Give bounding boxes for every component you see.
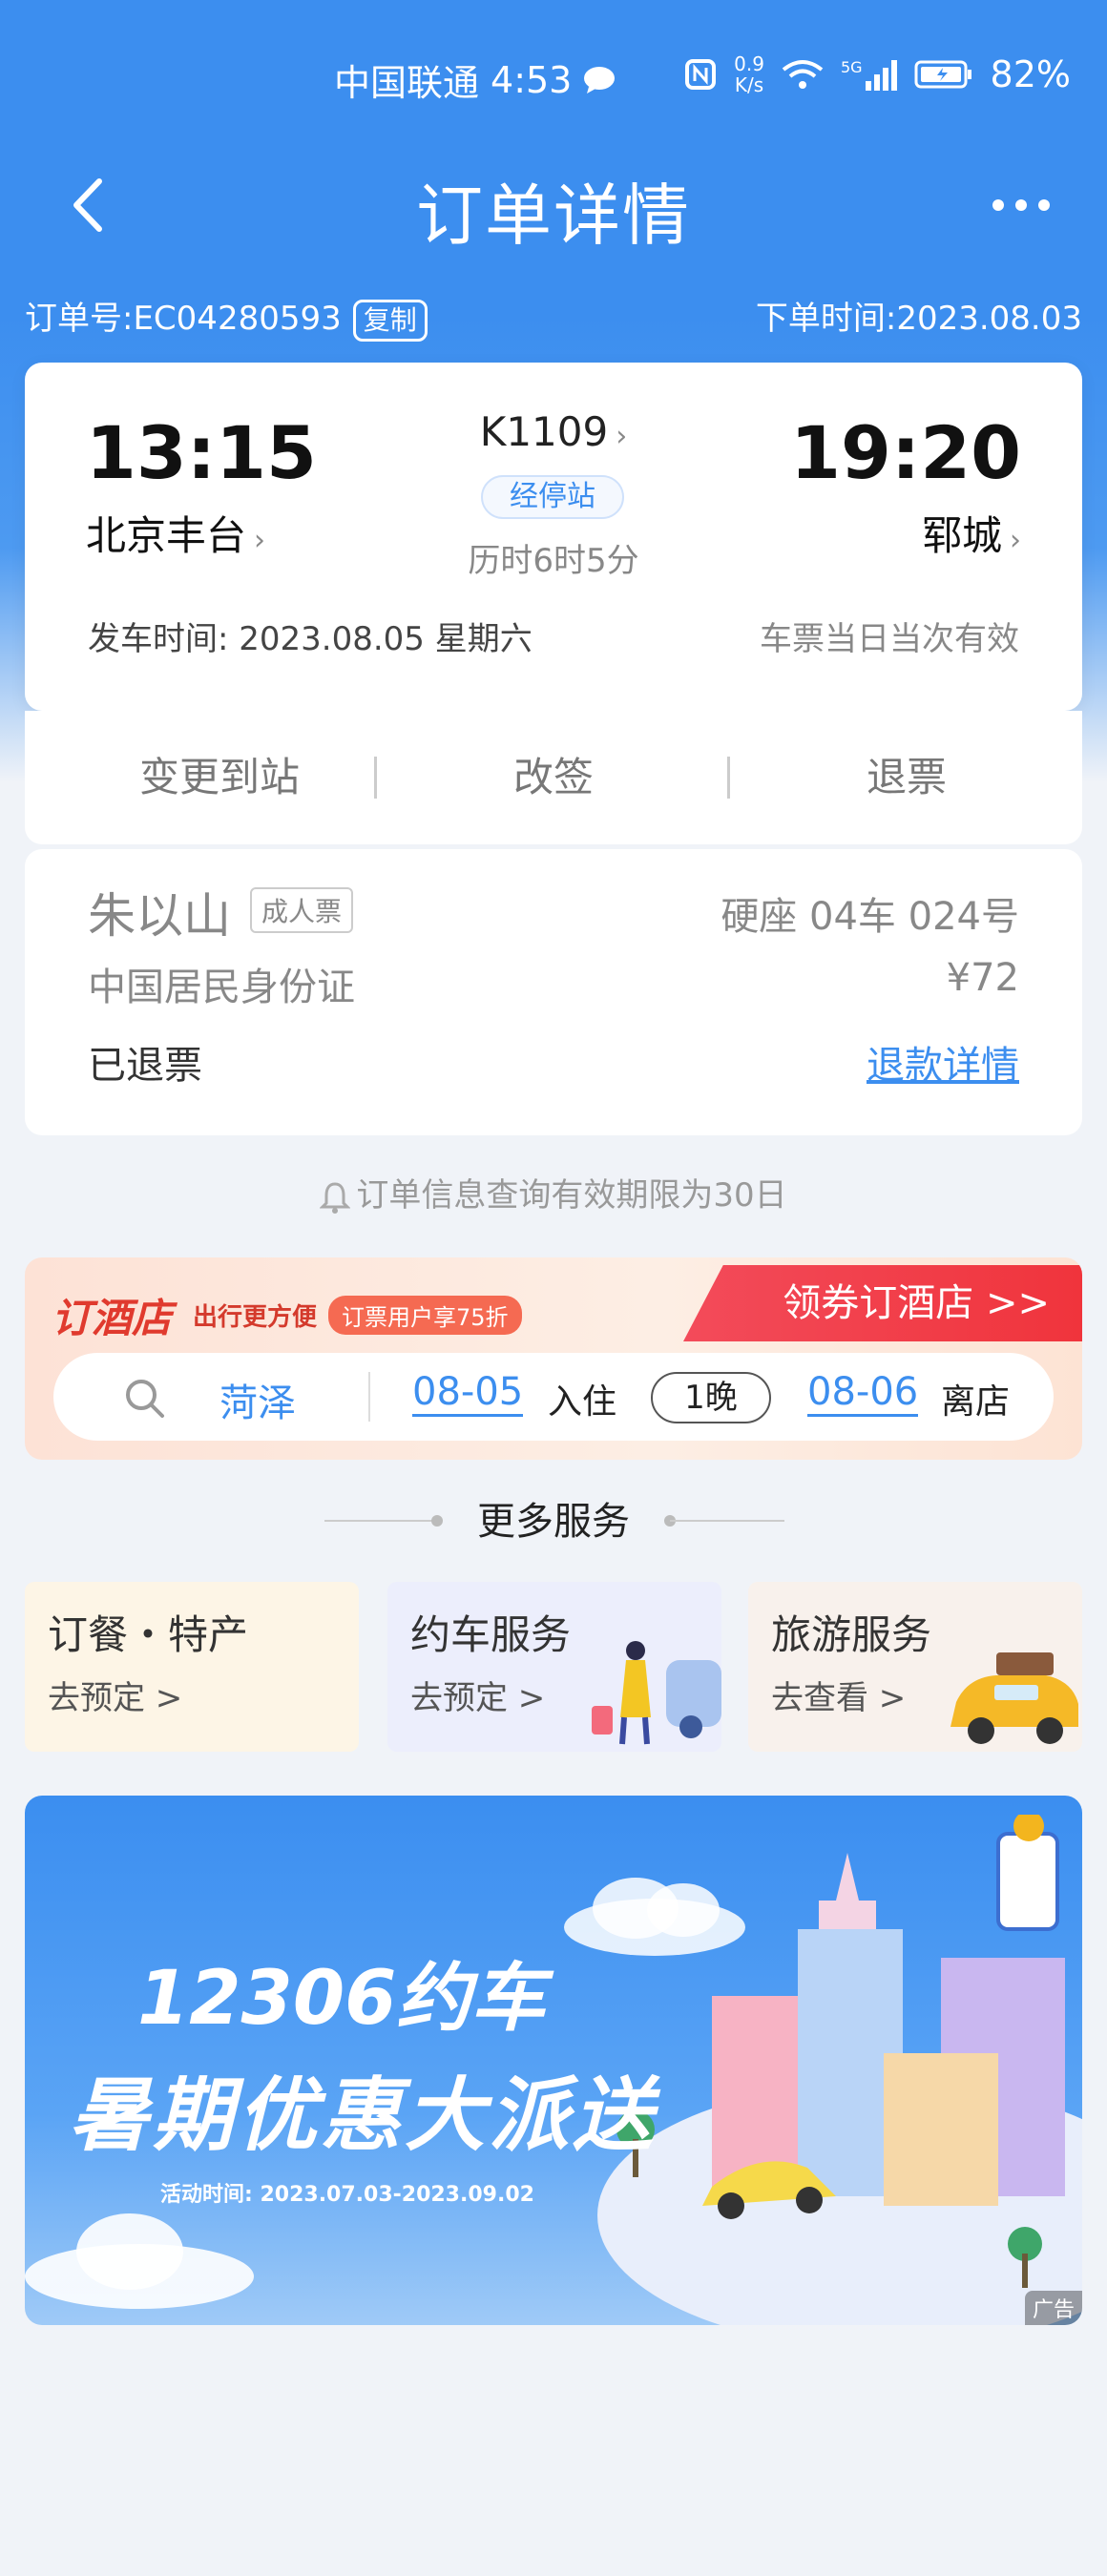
divider [368, 1372, 370, 1422]
hotel-coupon-button[interactable]: 领券订酒店 >> [683, 1265, 1082, 1341]
passenger-name: 朱以山 [88, 888, 231, 944]
more-options-icon[interactable] [983, 181, 1059, 229]
service-link: 去预定 > [410, 1679, 546, 1717]
travel-car-illustration [950, 1652, 1078, 1744]
trip-duration: 历时6时5分 [468, 542, 639, 580]
divider [727, 757, 730, 799]
hotel-slogan: 出行更方便 [193, 1303, 318, 1332]
divider [670, 1520, 784, 1522]
service-car[interactable]: 约车服务 去预定 > [387, 1582, 721, 1752]
ad-subheadline: 暑期优惠大派送 [69, 2068, 658, 2162]
order-actions: 变更到站 改签 退票 [25, 711, 1082, 844]
service-link: 去预定 > [48, 1679, 183, 1717]
id-type: 中国居民身份证 [88, 966, 355, 1009]
order-time: 下单时间:2023.08.03 [755, 300, 1082, 338]
ad-banner[interactable]: 12306约车 暑期优惠大派送 活动时间: 2023.07.03-2023.09… [25, 1796, 1082, 2325]
nfc-icon [685, 59, 717, 90]
hotel-booking-card: 订酒店 出行更方便 订票用户享75折 领券订酒店 >> 菏泽 08-05 入住 … [25, 1257, 1082, 1460]
search-icon [126, 1380, 164, 1418]
train-info-card: 13:15 19:20 北京丰台 › 郓城 › K1109 › 经停站 历时6时5分 … [25, 363, 1082, 711]
network-speed: 0.9 K/s [734, 52, 764, 96]
order-info-line: 订单号:EC04280593 复制 下单时间:2023.08.03 [25, 292, 1082, 349]
refund-detail-link[interactable]: 退款详情 [867, 1034, 1019, 1090]
divider [374, 757, 377, 799]
wifi-icon [782, 60, 824, 89]
hotel-promo-badge: 订票用户享75折 [328, 1296, 522, 1335]
checkin-date[interactable]: 08-05 [412, 1370, 524, 1417]
signal-icon: 5G [841, 58, 897, 91]
ticket-status: 已退票 [88, 1044, 202, 1088]
battery-level: 82% [990, 53, 1071, 95]
ad-headline: 12306约车 [137, 1956, 546, 2042]
service-title: 旅游服务 [771, 1611, 932, 1658]
page-title: 订单详情 [416, 177, 691, 255]
seat-info: 硬座 04车 024号 [721, 895, 1019, 939]
hotel-search-bar: 菏泽 08-05 入住 1晚 08-06 离店 [53, 1353, 1054, 1441]
checkout-date[interactable]: 08-06 [807, 1370, 919, 1417]
service-link: 去查看 > [771, 1679, 907, 1717]
order-number: 订单号:EC04280593 复制 [25, 292, 428, 342]
ticket-validity: 车票当日当次有效 [760, 620, 1019, 658]
train-number[interactable]: K1109 › [25, 408, 1082, 455]
ticket-price: ¥72 [946, 956, 1019, 1000]
ad-label: 广告 [1024, 2291, 1082, 2325]
departure-date: 发车时间: 2023.08.05 星期六 [88, 620, 533, 658]
change-station-button[interactable]: 变更到站 [76, 745, 363, 803]
cloud-illustration [25, 2213, 254, 2309]
carrier-name: 中国联通 [334, 62, 480, 104]
city-illustration [597, 1815, 1082, 2325]
navigation-bar: 订单详情 [0, 153, 1107, 258]
service-travel[interactable]: 旅游服务 去查看 > [748, 1582, 1082, 1752]
car-service-illustration [592, 1641, 721, 1745]
more-services-title: 更多服务 [477, 1500, 630, 1544]
query-validity-notice: 订单信息查询有效期限为30日 [0, 1169, 1107, 1215]
service-title: 订餐・特产 [48, 1611, 249, 1658]
checkout-label: 离店 [941, 1382, 1011, 1422]
hotel-city[interactable]: 菏泽 [219, 1372, 296, 1427]
refund-button[interactable]: 退票 [763, 745, 1050, 803]
nights-badge: 1晚 [651, 1372, 771, 1423]
chevron-right-icon: › [616, 420, 628, 453]
stops-button[interactable]: 经停站 [481, 475, 624, 519]
battery-icon [914, 60, 971, 89]
clock: 4:53 [491, 58, 573, 101]
passenger-card: 朱以山 成人票 硬座 04车 024号 中国居民身份证 ¥72 已退票 退款详情 [25, 849, 1082, 1135]
message-icon [584, 66, 616, 93]
status-bar: 中国联通 4:53 0.9 K/s 5G 82% [0, 0, 1107, 153]
checkin-label: 入住 [548, 1382, 617, 1422]
ad-period: 活动时间: 2023.07.03-2023.09.02 [160, 2183, 534, 2207]
service-food[interactable]: 订餐・特产 去预定 > [25, 1582, 359, 1752]
rebook-button[interactable]: 改签 [410, 745, 697, 803]
service-title: 约车服务 [410, 1611, 572, 1658]
hotel-brand: 订酒店 [52, 1295, 173, 1341]
copy-button[interactable]: 复制 [352, 299, 428, 342]
bell-icon [320, 1181, 351, 1214]
ticket-type-badge: 成人票 [250, 887, 354, 933]
